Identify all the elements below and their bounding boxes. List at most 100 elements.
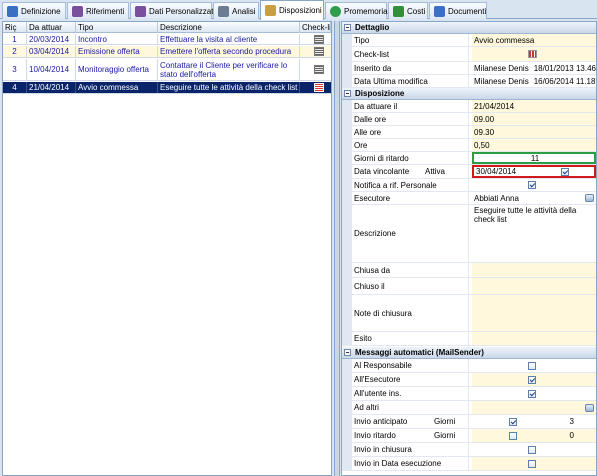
- row-checklist[interactable]: [300, 34, 331, 44]
- checklist-icon[interactable]: [314, 65, 324, 74]
- tab-analisi[interactable]: Analisi: [213, 2, 259, 19]
- ritardo-days[interactable]: 0: [570, 431, 574, 440]
- notifica-value: [472, 179, 596, 191]
- descrizione-field[interactable]: Eseguire tutte le attività della check l…: [472, 205, 596, 262]
- grid-header: Riç Da attuar Tipo Descrizione Check-lis…: [3, 22, 331, 33]
- tab-disposizioni[interactable]: Disposizioni: [260, 0, 324, 20]
- row-number: 3: [3, 59, 27, 80]
- prop-tipo: Tipo Avvio commessa: [342, 34, 596, 47]
- tab-dati-personalizzati[interactable]: Dati Personalizzati: [130, 2, 215, 19]
- chiusa-da-field[interactable]: [472, 263, 596, 277]
- altri-field[interactable]: [472, 401, 596, 414]
- esecuzione-checkbox[interactable]: [528, 459, 536, 468]
- chiusura-value: [472, 443, 596, 456]
- section-dettaglio[interactable]: Dettaglio: [342, 22, 596, 34]
- prop-da-attuare: Da attuare il 21/04/2014: [342, 100, 596, 113]
- analysis-icon: [218, 5, 229, 17]
- column-header-type[interactable]: Tipo: [76, 22, 158, 33]
- row-description: Emettere l'offerta secondo procedura: [158, 46, 300, 57]
- prop-esito: Esito: [342, 332, 596, 346]
- tab-bar: Definizione Riferimenti Dati Personalizz…: [0, 0, 597, 20]
- row-checklist[interactable]: [300, 82, 331, 93]
- utente-value: [472, 387, 596, 400]
- utente-checkbox[interactable]: [528, 389, 536, 398]
- data-vincolante-checkbox[interactable]: [561, 167, 569, 176]
- table-row[interactable]: 1 20/03/2014 Incontro Effettuare la visi…: [3, 34, 331, 45]
- prop-all-utente: All'utente ins.: [342, 387, 596, 401]
- row-number: 4: [3, 82, 27, 93]
- prop-data-vincolante: Data vincolante Attiva 30/04/2014: [342, 165, 596, 179]
- collapse-icon[interactable]: [344, 349, 351, 356]
- ritardo-msg-value: 0: [472, 429, 596, 442]
- column-header-description[interactable]: Descrizione: [158, 22, 300, 33]
- prop-invio-ritardo: Invio ritardo Giorni 0: [342, 429, 596, 443]
- ore-field[interactable]: 0,50: [472, 139, 596, 151]
- row-type: Monitoraggio offerta: [76, 59, 158, 80]
- row-checklist[interactable]: [300, 46, 331, 57]
- prop-notifica: Notifica a rif. Personale: [342, 179, 596, 192]
- checklist-icon[interactable]: [314, 83, 324, 92]
- collapse-icon[interactable]: [344, 24, 351, 31]
- giorni-ritardo-field: 11: [472, 152, 596, 164]
- references-icon: [72, 5, 83, 17]
- prop-all-esecutore: All'Esecutore: [342, 373, 596, 387]
- row-checklist[interactable]: [300, 59, 331, 80]
- esito-field[interactable]: [472, 332, 596, 345]
- prop-note-chiusura: Note di chiusura: [342, 295, 596, 332]
- pane-splitter[interactable]: [334, 21, 340, 476]
- alle-ore-field[interactable]: 09.30: [472, 126, 596, 138]
- tab-costi[interactable]: Costi: [388, 2, 428, 19]
- ritardo-checkbox[interactable]: [509, 431, 517, 440]
- responsabile-checkbox[interactable]: [528, 361, 536, 370]
- prop-invio-esecuzione: Invio in Data esecuzione: [342, 457, 596, 471]
- column-header-checklist[interactable]: Check-list: [300, 22, 331, 33]
- dropdown-icon[interactable]: [585, 194, 594, 202]
- tab-definizione[interactable]: Definizione: [2, 2, 66, 19]
- prop-alle-ore: Alle ore 09.30: [342, 126, 596, 139]
- prop-ultima-modifica: Data Ultima modifica Milanese Denis 16/06/…: [342, 75, 596, 88]
- esecutore-field[interactable]: Abbiati Anna: [472, 192, 596, 204]
- anticipato-checkbox[interactable]: [509, 417, 517, 426]
- checklist-value[interactable]: [472, 47, 596, 61]
- dalle-ore-field[interactable]: 09.00: [472, 113, 596, 125]
- column-header-row-number[interactable]: Riç: [3, 22, 27, 33]
- section-messaggi[interactable]: Messaggi automatici (MailSender): [342, 347, 596, 359]
- checklist-icon[interactable]: [314, 47, 324, 56]
- table-row-selected[interactable]: 4 21/04/2014 Avvio commessa Eseguire tut…: [3, 82, 331, 94]
- esecutore-checkbox[interactable]: [528, 375, 536, 384]
- data-vincolante-field[interactable]: 30/04/2014: [472, 165, 596, 178]
- tipo-value[interactable]: Avvio commessa: [472, 34, 596, 46]
- chiuso-il-field[interactable]: [472, 278, 596, 294]
- section-disposizione[interactable]: Disposizione: [342, 88, 596, 100]
- anticipato-value: 3: [472, 415, 596, 428]
- row-description: Eseguire tutte le attività della check l…: [158, 82, 300, 93]
- responsabile-value: [472, 359, 596, 372]
- tab-riferimenti[interactable]: Riferimenti: [67, 2, 129, 19]
- table-row[interactable]: 3 10/04/2014 Monitoraggio offerta Contat…: [3, 59, 331, 81]
- reminder-icon: [330, 5, 341, 17]
- tab-documenti[interactable]: Documenti: [429, 2, 487, 19]
- prop-chiusa-da: Chiusa da: [342, 263, 596, 278]
- note-chiusura-field[interactable]: [472, 295, 596, 331]
- modifica-value: Milanese Denis 16/06/2014 11.18: [472, 75, 596, 87]
- costs-icon: [393, 5, 404, 17]
- row-number: 2: [3, 46, 27, 57]
- prop-checklist: Check-list: [342, 47, 596, 62]
- table-row[interactable]: 2 03/04/2014 Emissione offerta Emettere …: [3, 46, 331, 58]
- row-type: Emissione offerta: [76, 46, 158, 57]
- prop-descrizione: Descrizione Eseguire tutte le attività de…: [342, 205, 596, 263]
- chiusura-checkbox[interactable]: [528, 445, 536, 454]
- column-header-date[interactable]: Da attuar: [27, 22, 76, 33]
- checklist-icon[interactable]: [528, 50, 537, 58]
- prop-giorni-ritardo: Giorni di ritardo 11: [342, 152, 596, 165]
- definition-icon: [7, 5, 18, 17]
- dispositions-icon: [265, 5, 276, 16]
- notifica-checkbox[interactable]: [528, 181, 536, 189]
- dropdown-icon[interactable]: [585, 403, 594, 412]
- esecutore-msg-value: [472, 373, 596, 386]
- anticipato-days[interactable]: 3: [570, 417, 574, 426]
- checklist-icon[interactable]: [314, 34, 324, 44]
- da-attuare-field[interactable]: 21/04/2014: [472, 100, 596, 112]
- collapse-icon[interactable]: [344, 90, 351, 97]
- tab-promemoria[interactable]: Promemoria: [325, 2, 388, 19]
